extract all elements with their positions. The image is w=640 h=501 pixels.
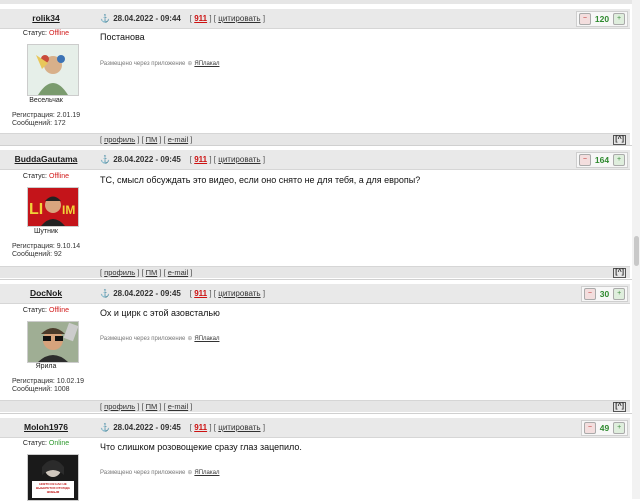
post-footer: [ профиль ] [ ПМ ] [ e-mail ] [^] — [0, 266, 630, 278]
scroll-top-button[interactable]: [^] — [613, 402, 626, 412]
avatar[interactable]: LI IM — [27, 187, 79, 227]
author-link[interactable]: Moloh1976 — [24, 422, 68, 432]
rating-value: 164 — [594, 155, 610, 165]
scrollbar-thumb[interactable] — [634, 236, 639, 266]
profile-link[interactable]: профиль — [104, 268, 135, 277]
quote-link[interactable]: цитировать — [218, 155, 260, 164]
scroll-top-button[interactable]: [^] — [613, 135, 626, 145]
user-status: Статус: Offline — [22, 30, 70, 37]
svg-text:IM: IM — [62, 203, 75, 217]
avatar[interactable] — [27, 44, 79, 96]
msg-count: Сообщений: 172 — [12, 120, 66, 127]
post-number[interactable]: 911 — [194, 14, 207, 23]
user-status: Статус: Offline — [22, 173, 70, 180]
pm-link[interactable]: ПМ — [146, 268, 158, 277]
post-date: 28.04.2022 - 09:45 — [113, 289, 181, 298]
reg-date: Регистрация: 9.10.14 — [12, 243, 81, 250]
scroll-top-button[interactable]: [^] — [613, 268, 626, 278]
msg-count: Сообщений: 92 — [12, 251, 62, 258]
pm-link[interactable]: ПМ — [146, 135, 158, 144]
profile-link[interactable]: профиль — [104, 402, 135, 411]
pm-link[interactable]: ПМ — [146, 402, 158, 411]
user-status: Статус: Offline — [22, 307, 70, 314]
top-divider — [0, 0, 632, 4]
post-header: BuddaGautama ⚓ 28.04.2022 - 09:45 [ 911 … — [0, 150, 630, 170]
rating-value: 30 — [599, 289, 610, 299]
rating-box: − 30 + — [581, 286, 628, 302]
post-footer: [ профиль ] [ ПМ ] [ e-mail ] [^] — [0, 133, 630, 145]
quote-link[interactable]: цитировать — [218, 14, 260, 23]
post-header: rolik34 ⚓ 28.04.2022 - 09:44 [ 911 ] [ ц… — [0, 9, 630, 29]
via-app: Размещено через приложение ⊕ ЯПлакал — [100, 336, 220, 342]
minus-icon[interactable]: − — [584, 288, 596, 300]
quote-link[interactable]: цитировать — [218, 289, 260, 298]
rating-value: 49 — [599, 423, 610, 433]
anchor-icon[interactable]: ⚓ — [100, 150, 110, 169]
user-rank: Ярила — [35, 363, 57, 370]
post-text: Ох и цирк с этой азовсталью — [100, 308, 220, 318]
email-link[interactable]: e-mail — [168, 268, 188, 277]
rating-box: − 49 + — [581, 420, 628, 436]
avatar-caption: НИКТО ИЗ НАС НЕ ВЫБЕРЕТСЯ ОТСЮДА ЖИВЫМ — [36, 482, 70, 494]
minus-icon[interactable]: − — [579, 13, 591, 25]
author-link[interactable]: DocNok — [30, 288, 62, 298]
author-link[interactable]: BuddaGautama — [15, 154, 78, 164]
rating-box: − 120 + — [576, 11, 628, 27]
profile-link[interactable]: профиль — [104, 135, 135, 144]
divider — [0, 279, 632, 280]
post-header: Moloh1976 ⚓ 28.04.2022 - 09:45 [ 911 ] [… — [0, 418, 630, 438]
email-link[interactable]: e-mail — [168, 402, 188, 411]
via-app: Размещено через приложение ⊕ ЯПлакал — [100, 61, 220, 67]
anchor-icon[interactable]: ⚓ — [100, 9, 110, 28]
reg-date: Регистрация: 2.01.19 — [12, 112, 81, 119]
reg-date: Регистрация: 10.02.19 — [12, 378, 85, 385]
plus-icon[interactable]: + — [613, 154, 625, 166]
plus-icon[interactable]: + — [613, 422, 625, 434]
user-rank: Весельчак — [29, 97, 63, 104]
post-footer: [ профиль ] [ ПМ ] [ e-mail ] [^] — [0, 400, 630, 412]
plus-icon[interactable]: + — [613, 288, 625, 300]
quote-link[interactable]: цитировать — [218, 423, 260, 432]
divider — [0, 413, 632, 414]
post-date: 28.04.2022 - 09:45 — [113, 155, 181, 164]
post-text: Постанова — [100, 32, 145, 42]
post-date: 28.04.2022 - 09:45 — [113, 423, 181, 432]
minus-icon[interactable]: − — [579, 154, 591, 166]
app-icon: ⊕ — [187, 470, 193, 476]
anchor-icon[interactable]: ⚓ — [100, 284, 110, 303]
minus-icon[interactable]: − — [584, 422, 596, 434]
post-number[interactable]: 911 — [194, 423, 207, 432]
avatar[interactable] — [27, 321, 79, 363]
anchor-icon[interactable]: ⚓ — [100, 418, 110, 437]
author-link[interactable]: rolik34 — [32, 13, 59, 23]
post-header: DocNok ⚓ 28.04.2022 - 09:45 [ 911 ] [ ци… — [0, 284, 630, 304]
post-text: Что слишком розовощекие сразу глаз зацеп… — [100, 442, 302, 452]
post-text: ТС, смысл обсуждать это видео, если оно … — [100, 175, 421, 185]
post-date: 28.04.2022 - 09:44 — [113, 14, 181, 23]
plus-icon[interactable]: + — [613, 13, 625, 25]
divider — [0, 145, 632, 146]
msg-count: Сообщений: 1008 — [12, 386, 70, 393]
email-link[interactable]: e-mail — [168, 135, 188, 144]
app-icon: ⊕ — [187, 336, 193, 342]
post-number[interactable]: 911 — [194, 289, 207, 298]
app-icon: ⊕ — [187, 61, 193, 67]
avatar[interactable]: НИКТО ИЗ НАС НЕ ВЫБЕРЕТСЯ ОТСЮДА ЖИВЫМ — [27, 454, 79, 501]
post-number[interactable]: 911 — [194, 155, 207, 164]
scrollbar[interactable] — [632, 0, 640, 499]
rating-box: − 164 + — [576, 152, 628, 168]
rating-value: 120 — [594, 14, 610, 24]
svg-text:LI: LI — [29, 201, 43, 218]
user-status: Статус: Online — [22, 440, 70, 447]
via-app: Размещено через приложение ⊕ ЯПлакал — [100, 470, 220, 476]
user-rank: Шутник — [34, 228, 58, 235]
